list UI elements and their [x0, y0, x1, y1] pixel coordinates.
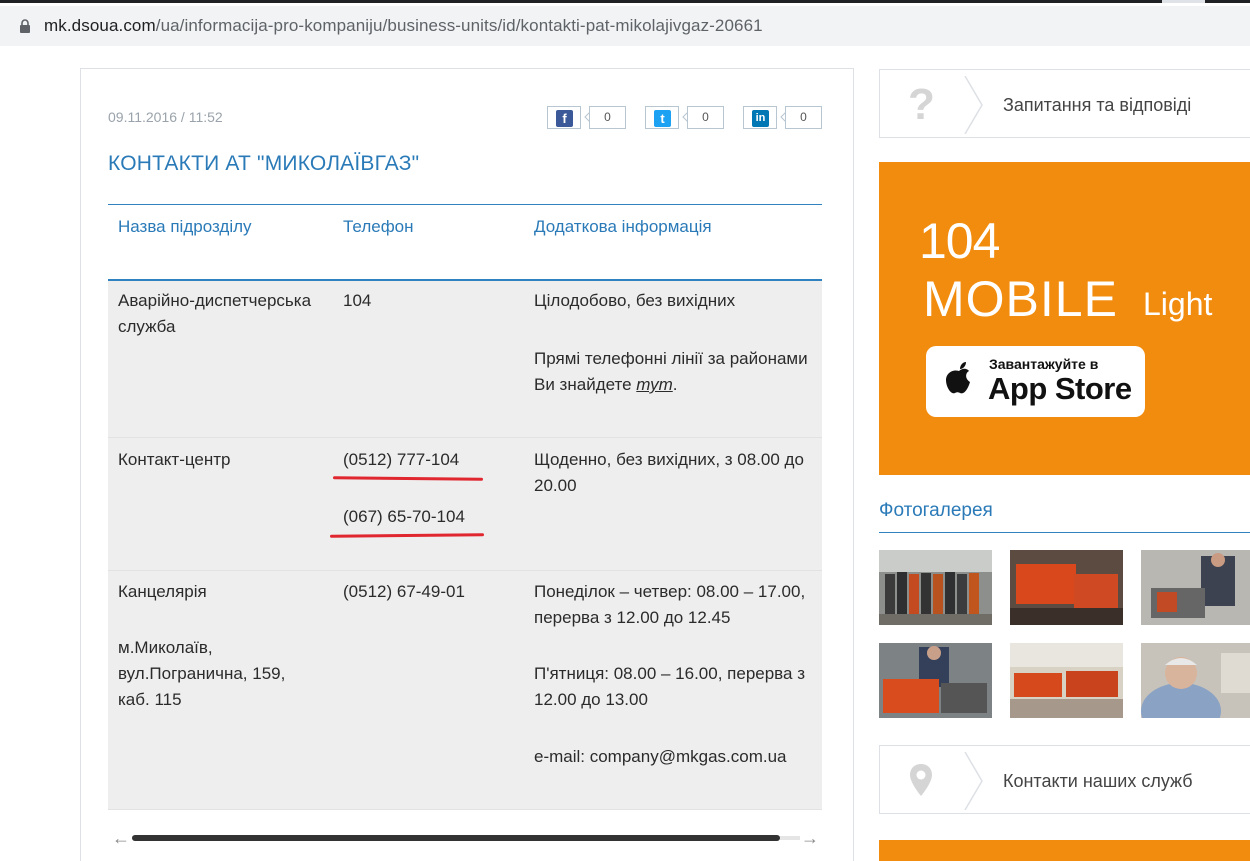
- email-text[interactable]: e-mail: company@mkgas.com.ua: [534, 744, 787, 770]
- phone-number: (0512) 67-49-01: [343, 582, 465, 601]
- info-text: Понеділок – четвер: 08.00 – 17.00, перер…: [534, 582, 806, 627]
- linkedin-count: 0: [785, 106, 822, 129]
- promo-number: 104: [919, 213, 1000, 269]
- twitter-count: 0: [687, 106, 724, 129]
- second-promo-banner[interactable]: [879, 840, 1250, 861]
- url-host: mk.dsoua.com: [44, 16, 156, 35]
- info-text: Прямі телефонні лінії за районами: [534, 349, 808, 368]
- gallery-photo[interactable]: [879, 550, 992, 625]
- contacts-label: Контакти наших служб: [1003, 771, 1193, 791]
- qa-label: Запитання та відповіді: [1003, 95, 1192, 115]
- scroll-right-arrow-icon[interactable]: →: [801, 828, 819, 849]
- linkedin-share-button[interactable]: in: [743, 106, 777, 129]
- facebook-icon: f: [556, 110, 573, 127]
- unit-address: м.Миколаїв, вул.Погранична, 159, каб. 11…: [118, 638, 286, 709]
- unit-name: Контакт-центр: [118, 450, 231, 469]
- facebook-count: 0: [589, 106, 626, 129]
- address-bar[interactable]: mk.dsoua.com/ua/informacija-pro-kompanij…: [0, 6, 1250, 46]
- gallery-photo[interactable]: [1010, 643, 1123, 718]
- apple-icon: [946, 362, 970, 394]
- url-path: /ua/informacija-pro-kompaniju/business-u…: [155, 16, 763, 35]
- gallery-photo[interactable]: [1141, 643, 1250, 718]
- qa-link-box[interactable]: ? Запитання та відповіді: [879, 69, 1250, 138]
- gallery-photo[interactable]: [1141, 550, 1250, 625]
- table-header-top-rule: [108, 204, 822, 205]
- facebook-share-button[interactable]: f: [547, 106, 581, 129]
- gallery-photo[interactable]: [879, 643, 992, 718]
- app-store-button[interactable]: Завантажуйте в App Store: [926, 346, 1145, 417]
- url-text[interactable]: mk.dsoua.com/ua/informacija-pro-kompanij…: [44, 16, 763, 36]
- column-header-info: Додаткова інформація: [534, 217, 712, 236]
- browser-top-strip: [0, 0, 1250, 3]
- twitter-share-button[interactable]: t: [645, 106, 679, 129]
- gallery-title: Фотогалерея: [879, 500, 993, 521]
- promo-brand-suffix: Light: [1143, 286, 1213, 322]
- phone-number: (0512) 777-104: [343, 450, 460, 469]
- store-name: App Store: [988, 371, 1132, 406]
- scroll-left-arrow-icon[interactable]: ←: [112, 828, 130, 849]
- question-mark-icon: ?: [908, 80, 935, 129]
- lock-icon: [20, 19, 30, 33]
- article-date: 09.11.2016 / 11:52: [108, 109, 223, 125]
- unit-name: Аварійно-диспетчерська служба: [118, 291, 312, 336]
- info-text: Щоденно, без вихідних, з 08.00 до 20.00: [534, 450, 804, 495]
- phone-number: (067) 65-70-104: [343, 507, 465, 526]
- info-text: П'ятниця: 08.00 – 16.00, перерва з 12.00…: [534, 664, 805, 709]
- chevron-divider-icon: [964, 752, 983, 810]
- gallery-photo[interactable]: [1010, 550, 1123, 625]
- scrollbar-thumb[interactable]: [132, 835, 780, 841]
- chevron-divider-icon: [964, 76, 983, 134]
- page-title: КОНТАКТИ АТ "МИКОЛАЇВГАЗ": [108, 152, 420, 175]
- linkedin-icon: in: [752, 110, 769, 127]
- store-caption: Завантажуйте в: [989, 356, 1099, 372]
- contacts-link-box[interactable]: Контакти наших служб: [879, 745, 1250, 814]
- map-pin-icon: [910, 764, 932, 796]
- districts-link[interactable]: тут: [636, 375, 672, 394]
- promo-brand: MOBILE: [923, 271, 1118, 327]
- phone-number: 104: [343, 291, 372, 310]
- twitter-icon: t: [654, 110, 671, 127]
- gallery-rule: [879, 532, 1250, 533]
- column-header-unit: Назва підрозділу: [118, 217, 252, 236]
- unit-name: Канцелярія: [118, 582, 207, 601]
- mobile-app-promo-banner[interactable]: 104 MOBILE Light Завантажуйте в App Stor…: [879, 162, 1250, 475]
- info-text: Цілодобово, без вихідних: [534, 291, 736, 310]
- info-text-with-link: Ви знайдете тут.: [534, 375, 678, 394]
- column-header-phone: Телефон: [343, 217, 414, 236]
